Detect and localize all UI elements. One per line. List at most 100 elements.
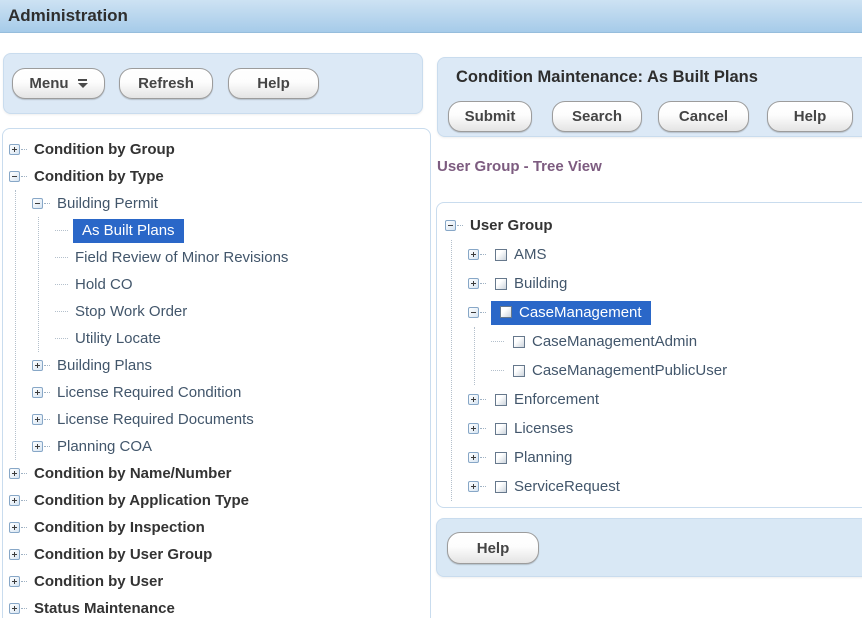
expand-plus-icon[interactable] (9, 144, 20, 155)
submit-button[interactable]: Submit (448, 101, 532, 132)
tree-item-label[interactable]: Building (514, 275, 567, 292)
tree-item-label[interactable]: User Group (470, 217, 553, 234)
checkbox[interactable] (513, 336, 525, 348)
expand-plus-icon[interactable] (9, 603, 20, 614)
expand-plus-icon[interactable] (9, 549, 20, 560)
tree-item[interactable]: Utility Locate (55, 325, 430, 352)
left-help-button[interactable]: Help (228, 68, 319, 99)
tree-item[interactable]: Enforcement (468, 385, 862, 414)
refresh-button[interactable]: Refresh (119, 68, 213, 99)
expand-plus-icon[interactable] (468, 423, 479, 434)
tree-item-label[interactable]: Field Review of Minor Revisions (75, 249, 288, 266)
tree-item[interactable]: CaseManagementPublicUser (491, 356, 862, 385)
tree-item[interactable]: License Required Condition (32, 379, 430, 406)
tree-item[interactable]: Hold CO (55, 271, 430, 298)
tree-item[interactable]: Condition by User Group (9, 541, 430, 568)
tree-node: Condition by Application Type (9, 487, 430, 514)
tree-item[interactable]: As Built Plans (55, 217, 430, 244)
expand-plus-icon[interactable] (32, 414, 43, 425)
tree-item-label[interactable]: CaseManagementAdmin (532, 333, 697, 350)
tree-item-label[interactable]: Planning (514, 449, 572, 466)
tree-item[interactable]: AMS (468, 240, 862, 269)
expand-plus-icon[interactable] (32, 441, 43, 452)
tree-item[interactable]: Field Review of Minor Revisions (55, 244, 430, 271)
tree-item[interactable]: Condition by Inspection (9, 514, 430, 541)
tree-item-label[interactable]: AMS (514, 246, 547, 263)
tree-item-label[interactable]: Enforcement (514, 391, 599, 408)
search-button[interactable]: Search (552, 101, 642, 132)
tree-item-label[interactable]: Status Maintenance (34, 600, 175, 617)
tree-item[interactable]: Stop Work Order (55, 298, 430, 325)
expand-plus-icon[interactable] (32, 360, 43, 371)
expand-plus-icon[interactable] (468, 249, 479, 260)
tree-item-label[interactable]: Condition by Type (34, 168, 164, 185)
tree-item-label[interactable]: CaseManagementPublicUser (532, 362, 727, 379)
tree-item[interactable]: Condition by Group (9, 136, 430, 163)
checkbox[interactable] (495, 481, 507, 493)
expand-plus-icon[interactable] (468, 452, 479, 463)
tree-item-label[interactable]: Condition by Application Type (34, 492, 249, 509)
tree-item[interactable]: Licenses (468, 414, 862, 443)
expand-plus-icon[interactable] (468, 481, 479, 492)
tree-item[interactable]: Status Maintenance (9, 595, 430, 618)
tree-item[interactable]: Planning (468, 443, 862, 472)
tree-item-label[interactable]: As Built Plans (82, 222, 175, 239)
checkbox[interactable] (495, 423, 507, 435)
tree-item-label[interactable]: Condition by User Group (34, 546, 212, 563)
tree-item[interactable]: Building (468, 269, 862, 298)
tree-item[interactable]: ServiceRequest (468, 472, 862, 501)
tree-item[interactable]: Planning COA (32, 433, 430, 460)
tree-item[interactable]: License Required Documents (32, 406, 430, 433)
tree-node: Planning (468, 443, 862, 472)
checkbox[interactable] (495, 452, 507, 464)
expand-plus-icon[interactable] (9, 522, 20, 533)
checkbox[interactable] (495, 394, 507, 406)
expand-plus-icon[interactable] (468, 394, 479, 405)
expand-plus-icon[interactable] (9, 576, 20, 587)
tree-item-label[interactable]: Stop Work Order (75, 303, 187, 320)
collapse-minus-icon[interactable] (32, 198, 43, 209)
bottom-help-button[interactable]: Help (447, 532, 539, 564)
tree-item[interactable]: CaseManagement (468, 298, 862, 327)
collapse-minus-icon[interactable] (445, 220, 456, 231)
tree-item[interactable]: Condition by Name/Number (9, 460, 430, 487)
selected-tree-item[interactable]: CaseManagement (491, 301, 651, 325)
cancel-button[interactable]: Cancel (658, 101, 749, 132)
tree-item[interactable]: Building Plans (32, 352, 430, 379)
tree-item[interactable]: Building Permit (32, 190, 430, 217)
tree-item[interactable]: Condition by User (9, 568, 430, 595)
tree-item[interactable]: CaseManagementAdmin (491, 327, 862, 356)
tree-item[interactable]: Condition by Application Type (9, 487, 430, 514)
checkbox[interactable] (495, 278, 507, 290)
tree-item-label[interactable]: License Required Condition (57, 384, 241, 401)
tree-item-label[interactable]: Utility Locate (75, 330, 161, 347)
tree-item-label[interactable]: Licenses (514, 420, 573, 437)
collapse-minus-icon[interactable] (9, 171, 20, 182)
left-toolbar: Menu Refresh Help (3, 53, 423, 114)
tree-item-label[interactable]: Hold CO (75, 276, 133, 293)
tree-item-label[interactable]: CaseManagement (519, 304, 642, 321)
right-help-button[interactable]: Help (767, 101, 853, 132)
tree-item-label[interactable]: License Required Documents (57, 411, 254, 428)
expand-plus-icon[interactable] (9, 468, 20, 479)
collapse-minus-icon[interactable] (468, 307, 479, 318)
expand-plus-icon[interactable] (32, 387, 43, 398)
tree-item-label[interactable]: Building Permit (57, 195, 158, 212)
expand-plus-icon[interactable] (9, 495, 20, 506)
menu-button[interactable]: Menu (12, 68, 105, 99)
checkbox[interactable] (500, 306, 512, 318)
tree-item-label[interactable]: ServiceRequest (514, 478, 620, 495)
tree-item-label[interactable]: Building Plans (57, 357, 152, 374)
checkbox[interactable] (495, 249, 507, 261)
checkbox[interactable] (513, 365, 525, 377)
tree-item-label[interactable]: Condition by Name/Number (34, 465, 232, 482)
tree-item[interactable]: Condition by Type (9, 163, 430, 190)
tree-item-label[interactable]: Condition by Inspection (34, 519, 205, 536)
tree-item-label[interactable]: Planning COA (57, 438, 152, 455)
selected-tree-item[interactable]: As Built Plans (73, 219, 184, 243)
tree-item[interactable]: User Group (445, 211, 862, 240)
tree-children: CaseManagementAdmin CaseManagementPublicU… (474, 327, 862, 385)
expand-plus-icon[interactable] (468, 278, 479, 289)
tree-item-label[interactable]: Condition by User (34, 573, 163, 590)
tree-item-label[interactable]: Condition by Group (34, 141, 175, 158)
